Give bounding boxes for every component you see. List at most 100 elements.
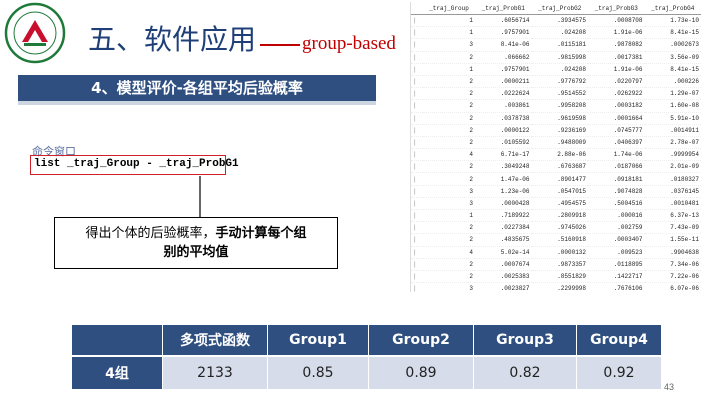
stata-cell: .7189922: [475, 209, 532, 223]
stata-cell: .9815998: [531, 51, 588, 64]
university-logo-icon: [4, 2, 66, 64]
stata-cell: 6.71e-17: [475, 148, 532, 162]
stata-row: | 2.0105592.9488009.0406397 2.78e-07: [411, 136, 701, 150]
stata-cell: .0180327: [644, 172, 701, 186]
stata-cell: 4: [423, 246, 475, 259]
stata-row-marker: |: [411, 63, 423, 76]
stata-cell: .2809918: [531, 209, 588, 223]
stata-col-header: _traj_ProbG1: [475, 2, 532, 15]
stata-cell: .2299998: [531, 282, 588, 292]
stata-cell: 5.91e-10: [644, 112, 701, 125]
stata-row: | 1.6056714.3934575.0008708 1.73e-10: [411, 14, 701, 28]
stata-row: | 2 1.47e-06.8901477.0918181.0180327: [411, 172, 701, 186]
stata-cell: 2: [423, 136, 475, 150]
stata-row-marker: |: [411, 99, 423, 113]
stata-cell: .9873357: [531, 258, 588, 271]
section-banner: 4、模型评价-各组平均后验概率: [18, 75, 376, 102]
stata-cell: .0008708: [588, 14, 645, 28]
result-row-label: 4组: [72, 355, 163, 389]
stata-cell: .0014911: [644, 124, 701, 137]
stata-row-marker: |: [411, 51, 423, 64]
stata-col-header: _traj_ProbG3: [588, 2, 645, 15]
stata-col-header: _traj_ProbG2: [531, 2, 588, 15]
stata-output-table: _traj_Group _traj_ProbG1 _traj_ProbG2 _t…: [410, 2, 712, 292]
result-cell: 0.89: [368, 355, 474, 389]
stata-cell: 7.34e-06: [644, 258, 701, 271]
stata-cell: 6.07e-06: [644, 282, 701, 292]
stata-cell: .9757901: [475, 63, 532, 76]
stata-row: | 2.003861.9958208.0003182 1.60e-08: [411, 99, 701, 113]
stata-cell: .6763687: [531, 160, 588, 174]
stata-cell: 3.56e-09: [644, 51, 701, 64]
stata-cell: 1: [423, 14, 475, 28]
stata-row: | 4 6.71e-17 2.88e-06 1.74e-06.9999954: [411, 148, 701, 162]
stata-cell: 2.01e-09: [644, 160, 701, 174]
stata-row: | 3 1.23e-06.0547015.9074828.0376145: [411, 185, 701, 198]
result-cell: 0.82: [473, 355, 577, 389]
stata-row-marker: |: [411, 221, 423, 235]
stata-cell: 2.88e-06: [531, 148, 588, 162]
result-header-cell: Group1: [267, 325, 369, 356]
stata-cell: .0220797: [588, 75, 645, 89]
stata-cell: 7.22e-06: [644, 270, 701, 284]
stata-cell: .8551829: [531, 270, 588, 284]
stata-row-marker: |: [411, 112, 423, 125]
slide-title-en: group-based: [302, 33, 396, 54]
stata-cell: 7.43e-09: [644, 221, 701, 235]
stata-row-marker: |: [411, 209, 423, 223]
stata-col-header: _traj_ProbG4: [644, 2, 701, 15]
stata-cell: .0187066: [588, 160, 645, 174]
stata-cell: 1.73e-10: [644, 14, 701, 28]
stata-rownum-header: [411, 2, 423, 15]
stata-cell: 2: [423, 258, 475, 271]
stata-row: | 1.9757901.024208 1.91e-06 8.41e-15: [411, 63, 701, 76]
result-cell: 0.85: [267, 355, 369, 389]
command-text: list _traj_Group - _traj_ProbG1: [34, 158, 239, 170]
stata-cell: .9958208: [531, 99, 588, 113]
stata-row: | 2.066662.9815998.0017381 3.56e-09: [411, 51, 701, 64]
stata-cell: .009523: [588, 246, 645, 259]
stata-cell: 2: [423, 221, 475, 235]
stata-cell: 1: [423, 26, 475, 40]
stata-cell: 3: [423, 38, 475, 52]
stata-row: | 2.0222624.9514552.0262922 1.29e-07: [411, 87, 701, 101]
banner-shadow: [18, 101, 376, 105]
stata-cell: .9514552: [531, 87, 588, 101]
stata-cell: 2: [423, 124, 475, 137]
stata-table-body: | 1.6056714.3934575.0008708 1.73e-10 | 1.975…: [411, 14, 701, 292]
stata-cell: .9776792: [531, 75, 588, 89]
result-header-cell: Group4: [576, 325, 662, 356]
stata-cell: 1: [423, 209, 475, 223]
stata-row: | 2.0025383.8551829.1422717 7.22e-06: [411, 270, 701, 284]
stata-cell: .4954575: [531, 197, 588, 211]
stata-cell: .0378738: [475, 112, 532, 125]
result-header-cell: Group3: [473, 325, 577, 356]
stata-cell: .0262922: [588, 87, 645, 101]
stata-row-marker: |: [411, 124, 423, 137]
stata-row-marker: |: [411, 246, 423, 259]
stata-cell: 2: [423, 99, 475, 113]
stata-cell: 1: [423, 63, 475, 76]
stata-row: | 1.9757901.024208 1.91e-06 8.41e-15: [411, 26, 701, 40]
stata-cell: 2: [423, 160, 475, 174]
stata-cell: 2: [423, 270, 475, 284]
stata-cell: 1.60e-08: [644, 99, 701, 113]
stata-row: | 2.3049248.6763687.0187066 2.01e-09: [411, 160, 701, 174]
stata-cell: .0115181: [531, 38, 588, 52]
stata-cell: .9757901: [475, 26, 532, 40]
stata-row-marker: |: [411, 160, 423, 174]
stata-cell: 3: [423, 197, 475, 211]
stata-cell: 8.41e-15: [644, 26, 701, 40]
stata-row: | 1.7189922.2809918.000016 6.37e-13: [411, 209, 701, 223]
stata-row: | 2.0378738.9619598.0001664 5.91e-10: [411, 112, 701, 125]
stata-cell: .9878082: [588, 38, 645, 52]
slide-title-cn: 五、软件应用: [88, 23, 257, 56]
stata-cell: .0222624: [475, 87, 532, 101]
result-header-cell: 多项式函数: [162, 325, 268, 356]
stata-cell: .066662: [475, 51, 532, 64]
stata-cell: .0000132: [531, 246, 588, 259]
stata-header-row: _traj_Group _traj_ProbG1 _traj_ProbG2 _t…: [411, 2, 701, 15]
stata-cell: .3934575: [531, 14, 588, 28]
stata-cell: 5.02e-14: [475, 246, 532, 259]
stata-col-header: _traj_Group: [423, 2, 475, 15]
